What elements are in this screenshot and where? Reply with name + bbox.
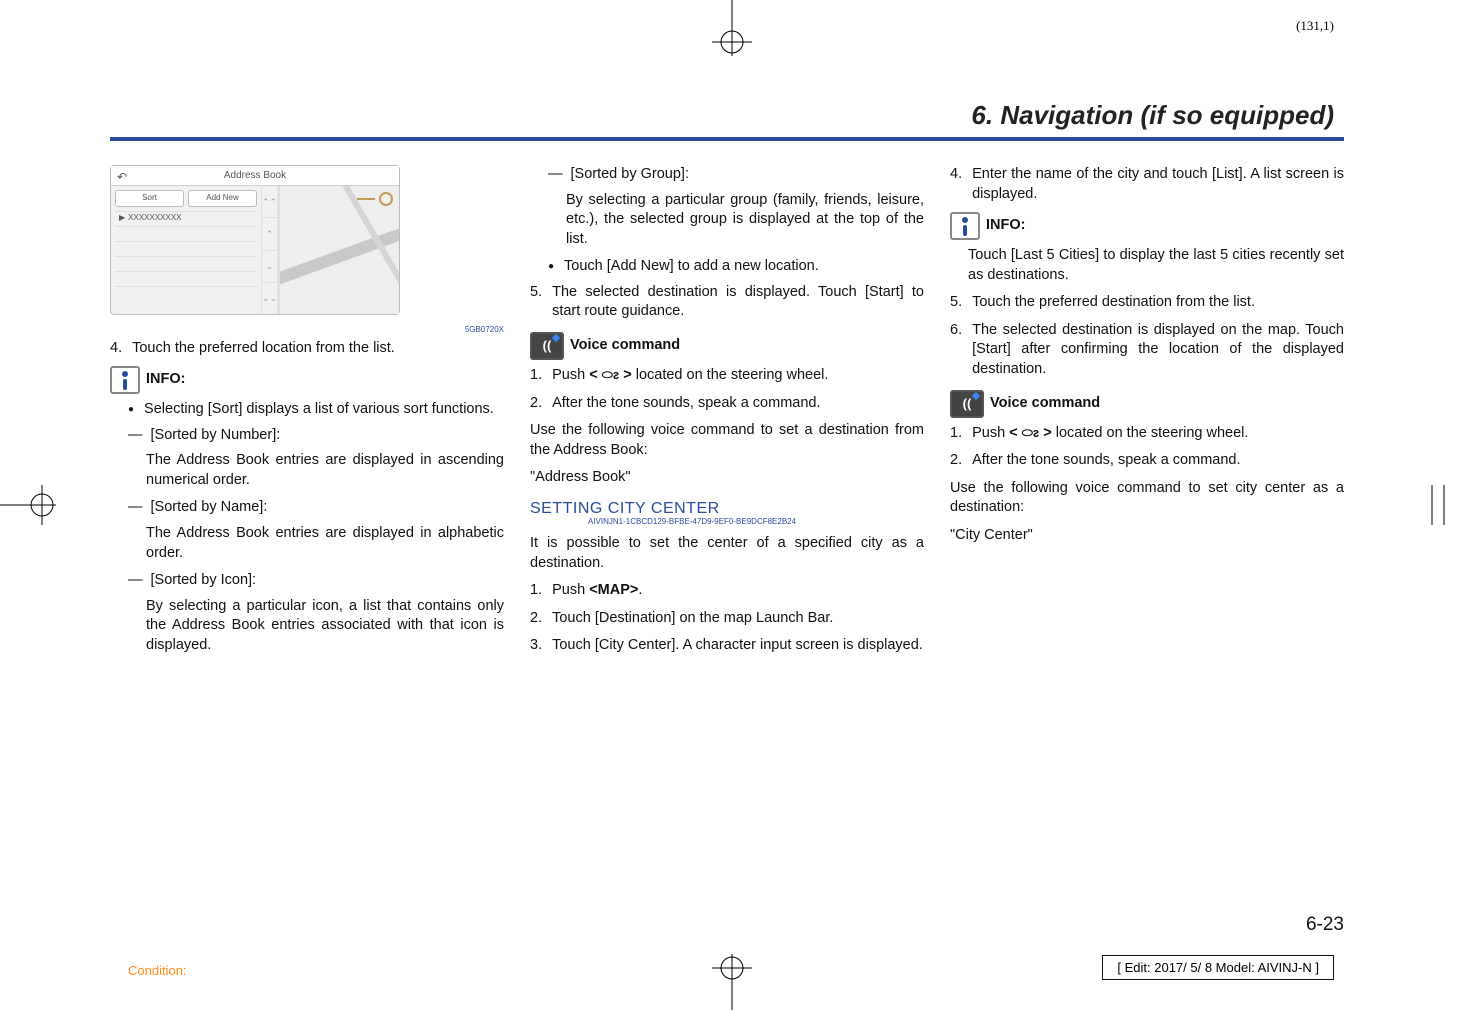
scroll-up-icon: ⌃	[262, 218, 277, 250]
crop-mark-top	[692, 0, 772, 60]
guid-label: AIVINJN1-1CBCD129-BFBE-47D9-9EF0-BE9DCF8…	[530, 517, 924, 528]
dash-icon: —	[128, 498, 143, 518]
bullet-icon: ●	[128, 400, 134, 420]
edit-metadata-box: [ Edit: 2017/ 5/ 8 Model: AIVINJ-N ]	[1102, 955, 1334, 980]
column-1: ↶ Address Book Sort Add New ▶XXXXXXXXXX …	[110, 165, 504, 664]
page-number: 6-23	[1306, 914, 1344, 936]
step-number: 3.	[530, 636, 542, 656]
info-body: Touch [Last 5 Cities] to display the las…	[950, 246, 1344, 285]
step-number: 2.	[950, 451, 962, 471]
voice-command-phrase: "City Center"	[950, 526, 1344, 546]
scroll-down-icon: ⌄	[262, 251, 277, 283]
voice-command-label: Voice command	[570, 336, 680, 356]
crop-mark-left	[0, 465, 60, 545]
scroll-arrows: ⌃⌃ ⌃ ⌄ ⌄⌄	[261, 186, 277, 314]
cc-step-6: The selected destination is displayed on…	[972, 321, 1344, 380]
dash-icon: —	[128, 426, 143, 446]
cc-step-2: Touch [Destination] on the map Launch Ba…	[552, 609, 924, 629]
crop-mark-right	[1404, 465, 1464, 545]
step-number: 6.	[950, 321, 962, 380]
bullet-icon: ●	[548, 257, 554, 277]
use-following-text: Use the following voice command to set c…	[950, 479, 1344, 518]
embedded-screenshot: ↶ Address Book Sort Add New ▶XXXXXXXXXX …	[110, 165, 400, 315]
section-heading: SETTING CITY CENTER	[530, 498, 924, 520]
step-5-text: The selected destination is displayed. T…	[552, 283, 924, 322]
sort-name-head: [Sorted by Name]:	[151, 498, 505, 518]
step-number: 1.	[950, 424, 962, 444]
voice-command-icon	[950, 390, 984, 418]
scroll-top-icon: ⌃⌃	[262, 186, 277, 218]
column-2: — [Sorted by Group]: By selecting a parti…	[530, 165, 924, 664]
info-icon	[950, 212, 980, 240]
crop-mark-bottom	[692, 950, 772, 1010]
sort-name-body: The Address Book entries are displayed i…	[110, 524, 504, 563]
cc-step-1: Push <MAP>.	[552, 581, 924, 601]
voice-command-label: Voice command	[990, 394, 1100, 414]
dash-icon: —	[548, 165, 563, 185]
sort-group-head: [Sorted by Group]:	[571, 165, 925, 185]
scale-circle-icon	[379, 192, 393, 206]
back-icon: ↶	[117, 169, 127, 185]
sort-button: Sort	[115, 190, 184, 207]
step-number: 2.	[530, 609, 542, 629]
step-number: 1.	[530, 581, 542, 601]
steering-voice-icon: ⬭ᴤ	[1022, 425, 1040, 440]
scroll-bottom-icon: ⌄⌄	[262, 283, 277, 314]
sort-icon-head: [Sorted by Icon]:	[151, 571, 505, 591]
info-label: INFO:	[986, 216, 1025, 236]
voice-command-icon	[530, 332, 564, 360]
step-number: 1.	[530, 366, 542, 386]
screenshot-map	[280, 186, 399, 314]
vc-step-2: After the tone sounds, speak a command.	[552, 394, 924, 414]
step-number: 4.	[110, 339, 122, 359]
screenshot-code: 5GB0720X	[465, 325, 504, 334]
sort-number-body: The Address Book entries are displayed i…	[110, 451, 504, 490]
screenshot-title: Address Book	[224, 169, 286, 183]
column-3: 4. Enter the name of the city and touch […	[950, 165, 1344, 664]
cc-step-5: Touch the preferred destination from the…	[972, 293, 1344, 313]
info-label: INFO:	[146, 370, 185, 390]
vc-step-1: Push < ⬭ᴤ > located on the steering whee…	[972, 424, 1344, 444]
title-rule	[110, 137, 1344, 141]
row-text: XXXXXXXXXX	[128, 213, 181, 224]
sort-number-head: [Sorted by Number]:	[151, 426, 505, 446]
step-number: 5.	[530, 283, 542, 322]
chapter-title: 6. Navigation (if so equipped)	[110, 100, 1344, 131]
step-number: 4.	[950, 165, 962, 204]
cc-step-3: Touch [City Center]. A character input s…	[552, 636, 924, 656]
vc-step-1: Push < ⬭ᴤ > located on the steering whee…	[552, 366, 924, 386]
dash-icon: —	[128, 571, 143, 591]
steering-voice-icon: ⬭ᴤ	[602, 367, 620, 382]
step-number: 5.	[950, 293, 962, 313]
condition-label: Condition:	[128, 963, 187, 978]
bullet-addnew: Touch [Add New] to add a new location.	[564, 257, 924, 277]
cc-step-4: Enter the name of the city and touch [Li…	[972, 165, 1344, 204]
voice-command-phrase: "Address Book"	[530, 468, 924, 488]
bullet-text: Selecting [Sort] displays a list of vari…	[144, 400, 504, 420]
vc-step-2: After the tone sounds, speak a command.	[972, 451, 1344, 471]
step-4-text: Touch the preferred location from the li…	[132, 339, 504, 359]
add-new-button: Add New	[188, 190, 257, 207]
step-number: 2.	[530, 394, 542, 414]
city-center-intro: It is possible to set the center of a sp…	[530, 534, 924, 573]
scale-line-icon	[357, 198, 375, 200]
sort-group-body: By selecting a particular group (family,…	[530, 191, 924, 250]
sheet-number: (131,1)	[1296, 18, 1334, 34]
use-following-text: Use the following voice command to set a…	[530, 421, 924, 460]
sort-icon-body: By selecting a particular icon, a list t…	[110, 597, 504, 656]
flag-icon: ▶	[119, 213, 125, 224]
info-icon	[110, 366, 140, 394]
